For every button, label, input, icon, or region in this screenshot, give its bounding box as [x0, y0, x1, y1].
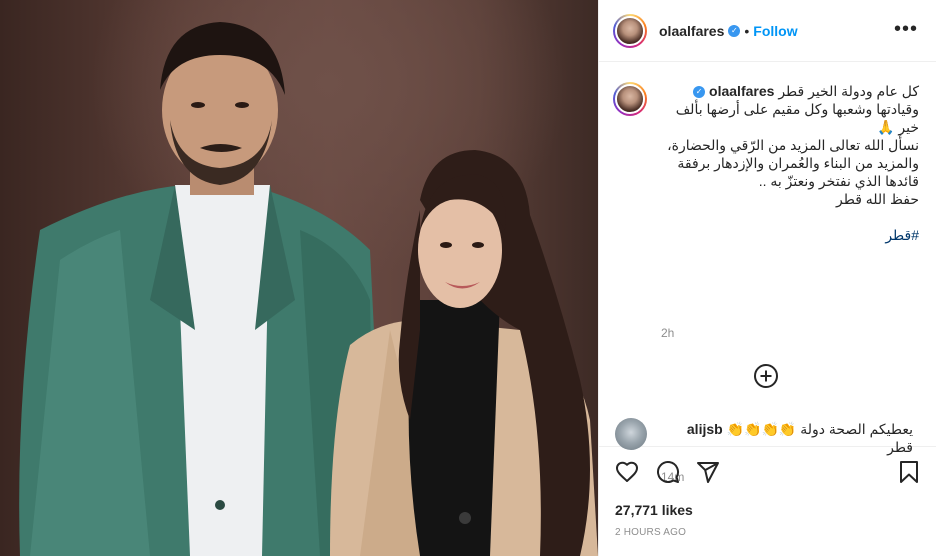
likes-count[interactable]: 27,771 likes [615, 502, 693, 518]
more-options-icon[interactable]: ••• [894, 19, 918, 39]
header-user-block: olaalfares ✓ • Follow [659, 23, 798, 39]
heart-icon[interactable] [615, 460, 639, 484]
caption-timestamp: 2h [661, 326, 675, 340]
commenter-username[interactable]: alijsb [687, 421, 723, 437]
caption-hashtag[interactable]: #قطر [661, 226, 919, 244]
caption-line-2: وقيادتها وشعبها وكل مقيم على أرضها بألف [675, 101, 919, 117]
plus-circle-icon[interactable] [754, 364, 778, 388]
action-bar [599, 448, 936, 494]
verified-badge-icon: ✓ [728, 24, 741, 37]
caption-line-1: كل عام ودولة الخير قطر olaalfares ✓ [661, 82, 919, 100]
bookmark-icon[interactable] [897, 460, 921, 484]
caption-line-5: والمزيد من البناء والعُمران والإزدهار بر… [677, 155, 919, 171]
caption-verified-icon: ✓ [693, 86, 706, 99]
header-separator: • [744, 22, 750, 39]
photo-illustration [19, 22, 598, 556]
post-header: olaalfares ✓ • Follow ••• [599, 0, 936, 62]
commenter-avatar[interactable] [615, 418, 647, 450]
share-icon[interactable] [696, 460, 720, 484]
caption-text: كل عام ودولة الخير قطر olaalfares ✓ وقيا… [661, 82, 919, 244]
caption-line-6: قائدها الذي نفتخر ونعتزّ به .. [758, 173, 919, 189]
caption-username[interactable]: olaalfares [709, 83, 774, 99]
author-avatar[interactable] [613, 13, 647, 48]
caption-line-4: نسأل الله تعالى المزيد من الرّقي والحضار… [667, 137, 919, 153]
follow-button[interactable]: Follow [753, 23, 797, 39]
post-photo[interactable] [0, 0, 598, 556]
caption-line-7: حفظ الله قطر [835, 191, 919, 207]
comments-section: كل عام ودولة الخير قطر olaalfares ✓ وقيا… [599, 62, 936, 484]
author-username[interactable]: olaalfares [659, 23, 724, 39]
caption-line-3: خير 🙏 [877, 119, 919, 135]
caption-avatar[interactable] [613, 82, 647, 116]
comment-body-line-1: يعطيكم الصحة دولة 👏👏👏👏 [726, 421, 913, 437]
comment-icon[interactable] [656, 460, 680, 484]
post-timestamp: 2 HOURS AGO [615, 527, 687, 538]
post-sidebar: olaalfares ✓ • Follow ••• كل عام ودولة ا… [598, 0, 936, 556]
